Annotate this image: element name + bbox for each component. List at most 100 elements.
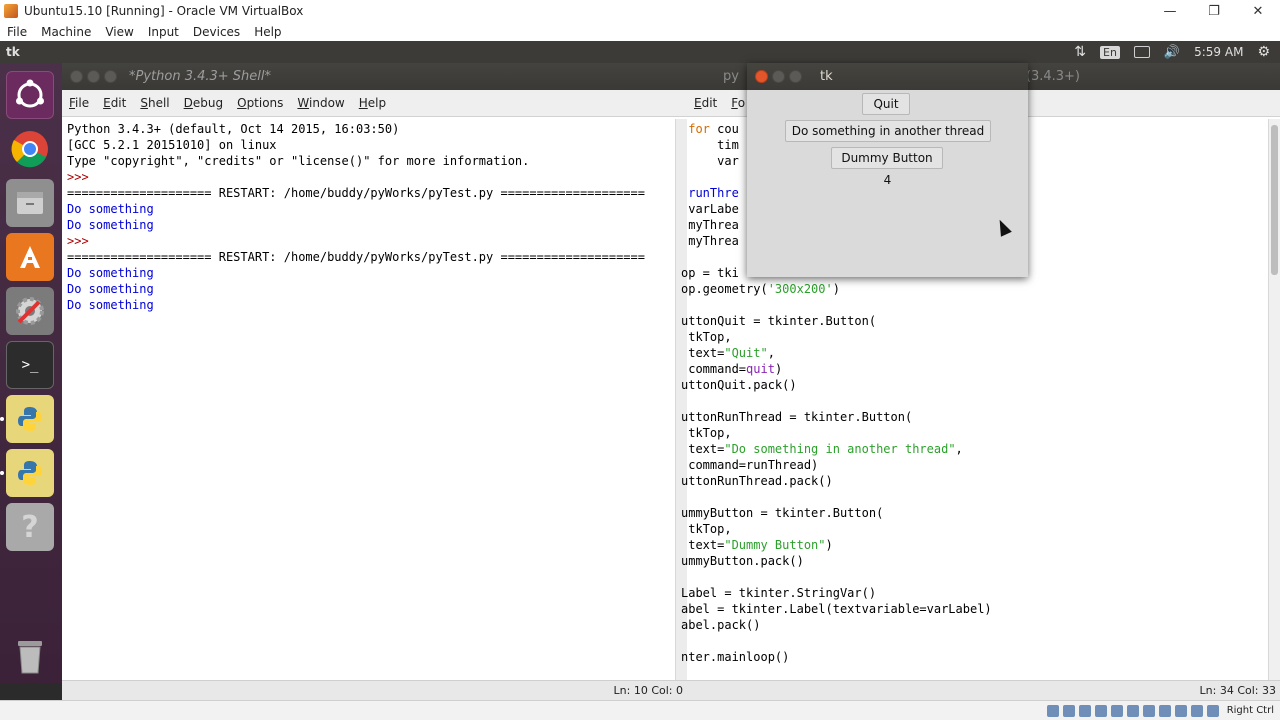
shell-line: Type "copyright", "credits" or "license(…: [67, 154, 530, 168]
minimize-icon[interactable]: [772, 70, 785, 83]
code-token: '300x200': [767, 282, 833, 296]
editor-scroll-thumb[interactable]: [1271, 125, 1278, 275]
shell-menu-debug[interactable]: Debug: [184, 96, 223, 110]
shell-line: >>>: [67, 170, 96, 184]
idle-shell-window: *Python 3.4.3+ Shell* File Edit Shell De…: [62, 63, 687, 700]
maximize-icon[interactable]: [104, 70, 117, 83]
ubuntu-dash-icon[interactable]: [6, 71, 54, 119]
code-line: text="Quit",: [681, 345, 1261, 361]
shell-line: ==================== RESTART: /home/budd…: [67, 186, 645, 200]
close-icon[interactable]: [755, 70, 768, 83]
editor-title: py: [723, 69, 739, 84]
optical-drive-icon[interactable]: [1062, 704, 1075, 717]
unity-launcher: >_ ?: [0, 63, 62, 683]
quit-button[interactable]: Quit: [862, 93, 910, 115]
code-token: tkTop,: [681, 426, 732, 440]
gear-icon[interactable]: ⚙: [1257, 44, 1270, 60]
dummy-button[interactable]: Dummy Button: [831, 147, 943, 169]
python-idle-icon[interactable]: [6, 395, 54, 443]
code-token: varLabe: [681, 202, 739, 216]
battery-icon[interactable]: [1133, 46, 1150, 58]
storage-icon[interactable]: [1046, 704, 1059, 717]
terminal-icon[interactable]: >_: [6, 341, 54, 389]
shell-menu-edit[interactable]: Edit: [103, 96, 126, 110]
clock[interactable]: 5:59 AM: [1194, 45, 1243, 59]
shell-menu-window[interactable]: Window: [297, 96, 344, 110]
volume-icon[interactable]: 🔊: [1164, 45, 1180, 60]
virtualbox-menu-bar: File Machine View Input Devices Help: [0, 22, 1280, 41]
shell-line: Python 3.4.3+ (default, Oct 14 2015, 16:…: [67, 122, 400, 136]
usb-icon[interactable]: [1110, 704, 1123, 717]
keyboard-indicator[interactable]: En: [1100, 45, 1120, 59]
vbox-menu-file[interactable]: File: [7, 25, 27, 39]
mouse-integration-icon[interactable]: [1190, 704, 1203, 717]
arrow-icon[interactable]: [1206, 704, 1219, 717]
counter-label: 4: [883, 173, 892, 187]
code-token: "Quit": [724, 346, 768, 360]
shell-menu-options[interactable]: Options: [237, 96, 283, 110]
shared-folders-icon[interactable]: [1126, 704, 1139, 717]
network-adapter-icon[interactable]: [1094, 704, 1107, 717]
code-token: ummyButton.pack(): [681, 554, 804, 568]
code-token: var: [681, 154, 739, 168]
code-line: abel.pack(): [681, 617, 1261, 633]
vbox-menu-machine[interactable]: Machine: [41, 25, 91, 39]
editor-menu-edit[interactable]: Edit: [694, 96, 717, 110]
active-app-title: tk: [6, 45, 20, 59]
close-icon[interactable]: ✕: [1236, 0, 1280, 22]
code-token: ): [825, 538, 833, 552]
display-icon[interactable]: [1142, 704, 1155, 717]
shell-line: Do something: [67, 282, 154, 296]
code-token: runThre: [688, 186, 739, 200]
shell-menu-bar: File Edit Shell Debug Options Window Hel…: [62, 90, 687, 117]
editor-menu-format[interactable]: Fo: [731, 96, 745, 110]
code-token: uttonRunThread = tkinter.Button(: [681, 410, 913, 424]
software-center-icon[interactable]: [6, 233, 54, 281]
audio-icon[interactable]: [1078, 704, 1091, 717]
shell-output[interactable]: Python 3.4.3+ (default, Oct 14 2015, 16:…: [67, 121, 679, 681]
run-thread-button[interactable]: Do something in another thread: [785, 120, 991, 142]
restore-icon[interactable]: ❐: [1192, 0, 1236, 22]
minimize-icon[interactable]: [87, 70, 100, 83]
vbox-menu-input[interactable]: Input: [148, 25, 179, 39]
close-icon[interactable]: [70, 70, 83, 83]
host-key-label: Right Ctrl: [1226, 705, 1274, 716]
code-token: ,: [955, 442, 963, 456]
code-token: uttonQuit.pack(): [681, 378, 797, 392]
cpu-icon[interactable]: [1174, 704, 1187, 717]
maximize-icon[interactable]: [789, 70, 802, 83]
trash-icon[interactable]: [6, 633, 54, 681]
code-line: ummyButton.pack(): [681, 553, 1261, 569]
code-line: abel = tkinter.Label(textvariable=varLab…: [681, 601, 1261, 617]
code-line: text="Dummy Button"): [681, 537, 1261, 553]
virtualbox-app-icon: [4, 4, 18, 18]
minimize-icon[interactable]: —: [1148, 0, 1192, 22]
running-indicator: [0, 417, 4, 421]
vbox-menu-devices[interactable]: Devices: [193, 25, 240, 39]
help-icon[interactable]: ?: [6, 503, 54, 551]
shell-menu-shell[interactable]: Shell: [140, 96, 169, 110]
chrome-icon[interactable]: [6, 125, 54, 173]
editor-scrollbar[interactable]: [1268, 119, 1280, 680]
code-line: command=runThread): [681, 457, 1261, 473]
editor-title-suffix: (3.4.3+): [1025, 69, 1080, 84]
tk-window: tk Quit Do something in another thread D…: [747, 63, 1028, 277]
files-icon[interactable]: [6, 179, 54, 227]
code-token: text=: [681, 346, 725, 360]
vbox-menu-view[interactable]: View: [105, 25, 133, 39]
shell-line: >>>: [67, 234, 96, 248]
shell-menu-help[interactable]: Help: [359, 96, 386, 110]
code-token: tkTop,: [681, 330, 732, 344]
network-icon[interactable]: ⇅: [1074, 44, 1086, 60]
python-idle-icon-2[interactable]: [6, 449, 54, 497]
vbox-menu-help[interactable]: Help: [254, 25, 281, 39]
code-token: nter.mainloop(): [681, 650, 790, 664]
code-line: command=quit): [681, 361, 1261, 377]
system-settings-icon[interactable]: [6, 287, 54, 335]
tk-title: tk: [820, 69, 833, 84]
shell-menu-file[interactable]: File: [69, 96, 89, 110]
recording-icon[interactable]: [1158, 704, 1171, 717]
code-token: cou: [709, 122, 739, 136]
